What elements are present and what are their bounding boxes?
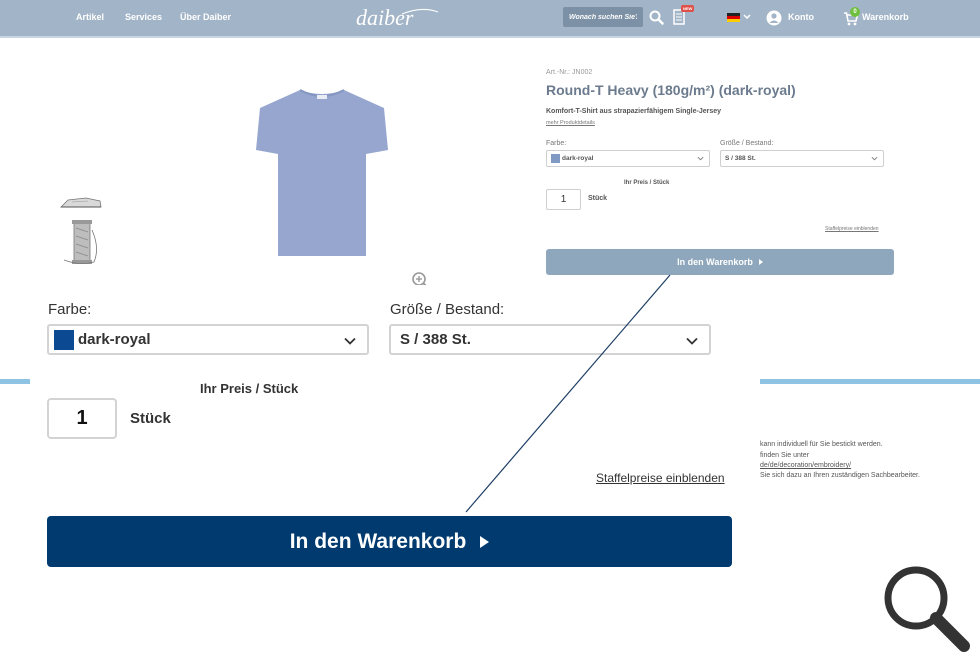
embroidery-note-line-2: finden Sie unter [760, 452, 810, 459]
thumbnail-folded-shirt-icon[interactable] [58, 193, 104, 211]
account-link[interactable]: Konto [788, 12, 814, 22]
embroidery-note-line-3: Sie sich dazu an Ihren zuständigen Sachb… [760, 472, 920, 479]
search-input[interactable] [563, 7, 643, 27]
chevron-down-icon [344, 337, 356, 345]
cart-count-badge: 0 [850, 7, 860, 17]
nav-services[interactable]: Services [125, 12, 162, 22]
product-details-link[interactable]: mehr Produktdetails [546, 120, 595, 126]
color-label-small: Farbe: [546, 140, 567, 147]
unit-label: Stück [130, 410, 171, 427]
nav-ueber-daiber[interactable]: Über Daiber [180, 12, 231, 22]
unit-label-small: Stück [588, 195, 608, 202]
chevron-down-icon [686, 337, 698, 345]
chevron-down-icon [871, 156, 878, 161]
new-badge: NEW [681, 5, 695, 12]
cart-link[interactable]: Warenkorb [862, 12, 909, 22]
magnifier-icon [884, 566, 970, 652]
size-value-small: S / 388 St. [725, 155, 756, 162]
staffel-link[interactable]: Staffelpreise einblenden [596, 471, 725, 485]
size-label-small: Größe / Bestand: [720, 140, 774, 147]
logo-text: daiber [356, 5, 414, 30]
header-divider [0, 36, 980, 38]
section-band-left [0, 379, 30, 384]
tshirt-product-image [256, 89, 388, 256]
add-to-cart-label-small: In den Warenkorb [677, 257, 753, 267]
size-label: Größe / Bestand: [390, 301, 505, 318]
size-value: S / 388 St. [400, 331, 471, 348]
embroidery-note-line-1: kann individuell für Sie bestickt werden… [760, 441, 883, 448]
color-label: Farbe: [48, 301, 92, 318]
add-to-cart-button-small[interactable]: In den Warenkorb [546, 249, 894, 275]
add-to-cart-button[interactable]: In den Warenkorb [47, 516, 732, 567]
play-arrow-icon [480, 535, 490, 548]
play-arrow-icon [758, 259, 763, 265]
color-select[interactable]: dark-royal [47, 324, 369, 355]
product-title: Round-T Heavy (180g/m²) (dark-royal) [546, 82, 796, 98]
size-select[interactable]: S / 388 St. [389, 324, 711, 355]
chevron-down-icon[interactable] [743, 14, 751, 20]
size-select-small[interactable]: S / 388 St. [720, 150, 884, 167]
price-label: Ihr Preis / Stück [200, 381, 299, 396]
article-number: Art.-Nr.: JN002 [546, 69, 593, 76]
price-label-small: Ihr Preis / Stück [624, 180, 670, 186]
staffel-link-small[interactable]: Staffelpreise einblenden [825, 226, 879, 232]
add-to-cart-label: In den Warenkorb [289, 529, 467, 553]
product-subtitle: Komfort-T-Shirt aus strapazierfähigem Si… [546, 108, 722, 115]
color-value: dark-royal [78, 331, 151, 348]
german-flag-icon[interactable] [727, 13, 740, 22]
daiber-logo[interactable]: daiber [352, 4, 440, 34]
embroidery-link[interactable]: de/de/decoration/embroidery/ [760, 462, 851, 469]
section-band-right [760, 379, 980, 384]
color-value-small: dark-royal [562, 155, 594, 162]
account-icon[interactable] [766, 10, 782, 26]
nav-artikel[interactable]: Artikel [76, 12, 104, 22]
color-select-small[interactable]: dark-royal [546, 150, 710, 167]
search-icon[interactable] [649, 10, 664, 25]
color-swatch-small [551, 154, 560, 163]
quantity-input-small[interactable]: 1 [546, 189, 581, 210]
thumbnail-thread-spool-icon[interactable] [60, 218, 104, 268]
color-swatch [54, 329, 74, 350]
chevron-down-icon [697, 156, 704, 161]
quantity-input[interactable]: 1 [47, 398, 117, 439]
